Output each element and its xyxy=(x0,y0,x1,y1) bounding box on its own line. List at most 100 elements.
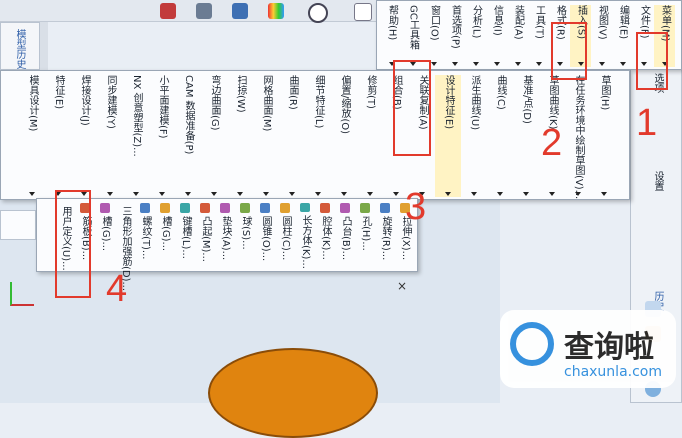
df-item-cylinder[interactable]: 圆柱(C)... xyxy=(275,203,295,269)
insert-item-design_feature[interactable]: 设计特征(E) xyxy=(435,75,461,197)
insert-item-nx_convert[interactable]: NX 创意塑型(Z)... xyxy=(123,75,149,197)
bottom-panel xyxy=(0,210,36,240)
close-icon[interactable]: × xyxy=(397,279,407,293)
insert-item-offset[interactable]: 偏置/缩放(O) xyxy=(331,75,357,197)
insert-item-feature_group[interactable]: 小平面建模(F) xyxy=(149,75,175,197)
df-item-slot[interactable]: 键槽(L)... xyxy=(175,203,195,269)
clock-icon[interactable] xyxy=(308,3,328,23)
df-item-label: 圆锥(O)... xyxy=(260,216,271,262)
menubar-item-window[interactable]: 窗口(O) xyxy=(423,5,444,67)
brand-url: chaxunla.com xyxy=(564,364,662,380)
df-item-thread[interactable]: 三角形加强筋(D)... xyxy=(115,203,135,291)
insert-item-label: 扫掠(W) xyxy=(235,75,246,113)
side-item-1[interactable]: 设置 xyxy=(651,171,663,191)
insert-item-flexible[interactable]: 弯边曲面(G) xyxy=(201,75,227,197)
submenu-arrow-icon xyxy=(601,192,607,196)
insert-item-rib[interactable]: 特征(E) xyxy=(45,75,71,197)
submenu-arrow-icon xyxy=(598,62,605,66)
menubar-item-label: 分析(L) xyxy=(470,5,482,39)
pen-icon[interactable] xyxy=(232,3,248,19)
df-item-tube[interactable]: 槽(G)... xyxy=(155,203,175,269)
design-feature-menu: 拉伸(X)... 旋转(R)... 孔(H)... 凸台(B)... 腔体(K)... 长… xyxy=(36,198,418,293)
color-icon[interactable] xyxy=(268,3,284,19)
submenu-arrow-icon xyxy=(471,192,477,196)
insert-item-label: 模具设计(M) xyxy=(27,75,38,132)
insert-item-trim[interactable]: 修剪(T) xyxy=(357,75,383,197)
insert-item-derived_curve[interactable]: 派生曲线(U) xyxy=(461,75,487,197)
insert-item-datum[interactable]: 基准/点(D) xyxy=(513,75,539,197)
df-item-label: 垫块(A)... xyxy=(220,216,231,261)
insert-item-cam[interactable]: CAM 数据准备(P) xyxy=(175,75,201,197)
insert-item-label: 网格曲面(M) xyxy=(261,75,272,132)
menubar-item-help[interactable]: 帮助(H) xyxy=(381,5,402,67)
insert-item-label: 草图(H) xyxy=(599,75,610,111)
insert-item-detail_feature[interactable]: 细节特征(L) xyxy=(305,75,331,197)
df-item-label: 槽(G)... xyxy=(160,216,171,252)
menubar-item-analysis[interactable]: 分析(L) xyxy=(465,5,486,67)
insert-item-weld[interactable]: 焊接设计(J) xyxy=(71,75,97,197)
annotation-box-4 xyxy=(55,190,91,298)
insert-item-label: 细节特征(L) xyxy=(313,75,324,129)
df-item-label: 孔(H)... xyxy=(360,216,371,251)
menubar-item-label: 信息(I) xyxy=(491,5,503,36)
df-item-hole[interactable]: 孔(H)... xyxy=(355,203,375,269)
menubar-item-edit[interactable]: 编辑(E) xyxy=(612,5,633,67)
insert-item-mesh_surface[interactable]: 网格曲面(M) xyxy=(253,75,279,197)
submenu-arrow-icon xyxy=(133,192,139,196)
submenu-arrow-icon xyxy=(549,192,555,196)
insert-item-sync[interactable]: 同步建模(Y) xyxy=(97,75,123,197)
df-item-label: 凸台(B)... xyxy=(340,216,351,261)
slot-icon xyxy=(180,203,190,213)
df-item-cone[interactable]: 圆锥(O)... xyxy=(255,203,275,269)
annotation-number-3: 3 xyxy=(405,186,427,228)
cone-icon xyxy=(260,203,270,213)
df-item-pad[interactable]: 腔体(K)... xyxy=(315,203,335,269)
menubar-item-label: 帮助(H) xyxy=(386,5,398,41)
save-icon[interactable] xyxy=(160,3,176,19)
navigator-scroll[interactable] xyxy=(40,22,48,70)
menubar-item-assembly[interactable]: 装配(A) xyxy=(507,5,528,67)
emboss-icon xyxy=(140,203,150,213)
menubar-item-label: 视图(V) xyxy=(596,5,608,40)
submenu-arrow-icon xyxy=(445,192,451,196)
menubar-item-label: GC工具箱 xyxy=(407,5,419,50)
tools-icon[interactable] xyxy=(196,3,212,19)
insert-item-sketch[interactable]: 草图(H) xyxy=(591,75,617,197)
menubar-item-gc[interactable]: GC工具箱 xyxy=(402,5,423,67)
submenu-arrow-icon xyxy=(393,192,399,196)
submenu-arrow-icon xyxy=(619,62,626,66)
window-icon[interactable] xyxy=(354,3,372,21)
df-item-label: 圆柱(C)... xyxy=(280,216,291,261)
menubar-item-view[interactable]: 视图(V) xyxy=(591,5,612,67)
df-item-sphere[interactable]: 球(S)... xyxy=(235,203,255,269)
insert-item-label: 派生曲线(U) xyxy=(469,75,480,131)
part-navigator: 模型历史 xyxy=(0,22,40,70)
df-item-label: 键槽(L)... xyxy=(180,216,191,259)
menubar-item-info[interactable]: 信息(I) xyxy=(486,5,507,67)
brand-name: 查询啦 xyxy=(564,330,654,365)
insert-item-sketch_task[interactable]: 在任务环境中绘制草图(V)... xyxy=(565,75,591,199)
submenu-arrow-icon xyxy=(430,62,437,66)
insert-item-mold[interactable]: 模具设计(M) xyxy=(19,75,45,197)
df-item-label: 螺纹(T)... xyxy=(140,216,151,260)
df-item-pocket[interactable]: 垫块(A)... xyxy=(215,203,235,269)
menubar-item-tools[interactable]: 工具(T) xyxy=(528,5,549,67)
submenu-arrow-icon xyxy=(211,192,217,196)
df-item-dart[interactable]: 槽(G)... xyxy=(95,203,115,269)
insert-item-curve[interactable]: 曲线(C) xyxy=(487,75,513,197)
df-item-emboss[interactable]: 螺纹(T)... xyxy=(135,203,155,269)
insert-item-surface[interactable]: 曲面(R) xyxy=(279,75,305,197)
navigator-tab[interactable]: 模型历史 xyxy=(13,29,25,69)
df-item-groove[interactable]: 凸起(M)... xyxy=(195,203,215,269)
df-item-boss[interactable]: 凸台(B)... xyxy=(335,203,355,269)
submenu-arrow-icon xyxy=(523,192,529,196)
menubar-item-preferences[interactable]: 首选项(P) xyxy=(444,5,465,67)
df-item-label: 球(S)... xyxy=(240,216,251,250)
insert-menu: 草图(H) 在任务环境中绘制草图(V)... 草图曲线(K) 基准/点(D) 曲线(C)… xyxy=(0,70,630,200)
annotation-box-2 xyxy=(551,22,587,80)
submenu-arrow-icon xyxy=(451,62,458,66)
insert-item-sweep[interactable]: 扫掠(W) xyxy=(227,75,253,197)
pocket-icon xyxy=(220,203,230,213)
df-item-revolve[interactable]: 旋转(R)... xyxy=(375,203,395,269)
df-item-block[interactable]: 长方体(K)... xyxy=(295,203,315,269)
